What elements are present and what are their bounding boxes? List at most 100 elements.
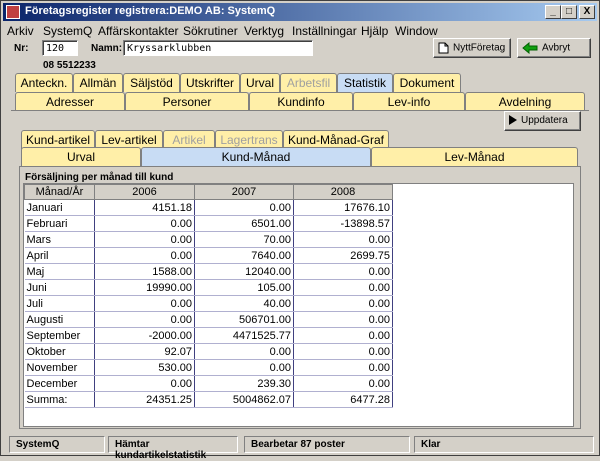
- value-cell[interactable]: 17676.10: [293, 199, 393, 216]
- value-cell[interactable]: 0.00: [194, 343, 294, 360]
- column-header-2007[interactable]: 2007: [194, 184, 294, 200]
- value-cell[interactable]: 1588.00: [94, 263, 195, 280]
- row-label-cell[interactable]: Summa:: [24, 391, 95, 408]
- column-header-2006[interactable]: 2006: [94, 184, 195, 200]
- nr-field[interactable]: 120: [42, 40, 78, 56]
- maximize-button[interactable]: □: [561, 5, 577, 19]
- value-cell[interactable]: 7640.00: [194, 247, 294, 264]
- table-row[interactable]: Februari 0.00 6501.00 -13898.57: [24, 215, 393, 232]
- row-label-cell[interactable]: Oktober: [24, 343, 95, 360]
- tab-saljstod[interactable]: Säljstöd: [123, 73, 180, 92]
- update-button[interactable]: Uppdatera: [504, 111, 581, 131]
- tab-utskrifter[interactable]: Utskrifter: [180, 73, 240, 92]
- row-label-cell[interactable]: Februari: [24, 215, 95, 232]
- menu-sokrutiner[interactable]: Sökrutiner: [183, 24, 238, 38]
- value-cell[interactable]: 0.00: [293, 231, 393, 248]
- subtab-urval[interactable]: Urval: [21, 147, 141, 166]
- value-cell[interactable]: 0.00: [293, 343, 393, 360]
- column-header-2008[interactable]: 2008: [293, 184, 393, 200]
- value-cell[interactable]: 70.00: [194, 231, 294, 248]
- value-cell[interactable]: -13898.57: [293, 215, 393, 232]
- tab-statistik[interactable]: Statistik: [337, 73, 393, 92]
- value-cell[interactable]: 5004862.07: [194, 391, 294, 408]
- value-cell[interactable]: 0.00: [293, 279, 393, 296]
- new-company-button[interactable]: NyttFöretag: [433, 38, 511, 58]
- tab-kundinfo[interactable]: Kundinfo: [249, 92, 353, 111]
- tab-lev-info[interactable]: Lev-info: [353, 92, 465, 111]
- table-row[interactable]: Oktober 92.07 0.00 0.00: [24, 343, 393, 360]
- table-row[interactable]: April 0.00 7640.00 2699.75: [24, 247, 393, 264]
- subtab-lev-manad[interactable]: Lev-Månad: [371, 147, 578, 166]
- value-cell[interactable]: 40.00: [194, 295, 294, 312]
- statistics-grid[interactable]: Månad/År 2006 2007 2008 Januari 4151.18 0.…: [23, 183, 574, 427]
- row-label-cell[interactable]: November: [24, 359, 95, 376]
- value-cell[interactable]: 0.00: [293, 359, 393, 376]
- menu-affarskontakter[interactable]: Affärskontakter: [98, 24, 178, 38]
- menu-hjalp[interactable]: Hjälp: [361, 24, 388, 38]
- value-cell[interactable]: 239.30: [194, 375, 294, 392]
- tab-avdelning[interactable]: Avdelning: [465, 92, 585, 111]
- value-cell[interactable]: 0.00: [293, 375, 393, 392]
- tab-urval[interactable]: Urval: [240, 73, 280, 92]
- table-row[interactable]: Maj 1588.00 12040.00 0.00: [24, 263, 393, 280]
- table-row[interactable]: September -2000.00 4471525.77 0.00: [24, 327, 393, 344]
- value-cell[interactable]: 0.00: [94, 311, 195, 328]
- minimize-button[interactable]: _: [545, 5, 561, 19]
- table-row[interactable]: Mars 0.00 70.00 0.00: [24, 231, 393, 248]
- menu-verktyg[interactable]: Verktyg: [244, 24, 284, 38]
- menu-arkiv[interactable]: Arkiv: [7, 24, 34, 38]
- value-cell[interactable]: -2000.00: [94, 327, 195, 344]
- tab-allman[interactable]: Allmän: [73, 73, 123, 92]
- value-cell[interactable]: 2699.75: [293, 247, 393, 264]
- row-label-cell[interactable]: December: [24, 375, 95, 392]
- value-cell[interactable]: 0.00: [293, 327, 393, 344]
- value-cell[interactable]: 0.00: [94, 247, 195, 264]
- close-button[interactable]: X: [579, 5, 595, 19]
- value-cell[interactable]: 0.00: [94, 295, 195, 312]
- value-cell[interactable]: 0.00: [293, 295, 393, 312]
- value-cell[interactable]: 6501.00: [194, 215, 294, 232]
- value-cell[interactable]: 4151.18: [94, 199, 195, 216]
- value-cell[interactable]: 4471525.77: [194, 327, 294, 344]
- table-row[interactable]: November 530.00 0.00 0.00: [24, 359, 393, 376]
- menu-installningar[interactable]: Inställningar: [292, 24, 357, 38]
- value-cell[interactable]: 0.00: [94, 231, 195, 248]
- table-row[interactable]: Januari 4151.18 0.00 17676.10: [24, 199, 393, 216]
- table-row[interactable]: Juni 19990.00 105.00 0.00: [24, 279, 393, 296]
- value-cell[interactable]: 0.00: [293, 311, 393, 328]
- column-header-month[interactable]: Månad/År: [24, 184, 95, 200]
- value-cell[interactable]: 530.00: [94, 359, 195, 376]
- value-cell[interactable]: 6477.28: [293, 391, 393, 408]
- row-label-cell[interactable]: Mars: [24, 231, 95, 248]
- cancel-button[interactable]: Avbryt: [517, 38, 591, 58]
- value-cell[interactable]: 0.00: [94, 215, 195, 232]
- value-cell[interactable]: 0.00: [194, 199, 294, 216]
- value-cell[interactable]: 0.00: [194, 359, 294, 376]
- table-sum-row[interactable]: Summa: 24351.25 5004862.07 6477.28: [24, 391, 393, 408]
- menu-window[interactable]: Window: [395, 24, 438, 38]
- value-cell[interactable]: 92.07: [94, 343, 195, 360]
- table-row[interactable]: Augusti 0.00 506701.00 0.00: [24, 311, 393, 328]
- row-label-cell[interactable]: April: [24, 247, 95, 264]
- tab-personer[interactable]: Personer: [125, 92, 249, 111]
- menu-systemq[interactable]: SystemQ: [43, 24, 92, 38]
- value-cell[interactable]: 105.00: [194, 279, 294, 296]
- table-row[interactable]: Juli 0.00 40.00 0.00: [24, 295, 393, 312]
- row-label-cell[interactable]: Maj: [24, 263, 95, 280]
- value-cell[interactable]: 24351.25: [94, 391, 195, 408]
- namn-field[interactable]: Kryssarklubben: [123, 40, 313, 56]
- tab-dokument[interactable]: Dokument: [393, 73, 461, 92]
- subtab-kund-manad[interactable]: Kund-Månad: [141, 147, 371, 166]
- value-cell[interactable]: 12040.00: [194, 263, 294, 280]
- value-cell[interactable]: 19990.00: [94, 279, 195, 296]
- row-label-cell[interactable]: Juli: [24, 295, 95, 312]
- row-label-cell[interactable]: Juni: [24, 279, 95, 296]
- tab-anteckn[interactable]: Anteckn.: [15, 73, 73, 92]
- row-label-cell[interactable]: Januari: [24, 199, 95, 216]
- value-cell[interactable]: 0.00: [293, 263, 393, 280]
- value-cell[interactable]: 506701.00: [194, 311, 294, 328]
- row-label-cell[interactable]: September: [24, 327, 95, 344]
- value-cell[interactable]: 0.00: [94, 375, 195, 392]
- title-bar[interactable]: Företagsregister registrera:DEMO AB: Sys…: [3, 3, 597, 21]
- table-row[interactable]: December 0.00 239.30 0.00: [24, 375, 393, 392]
